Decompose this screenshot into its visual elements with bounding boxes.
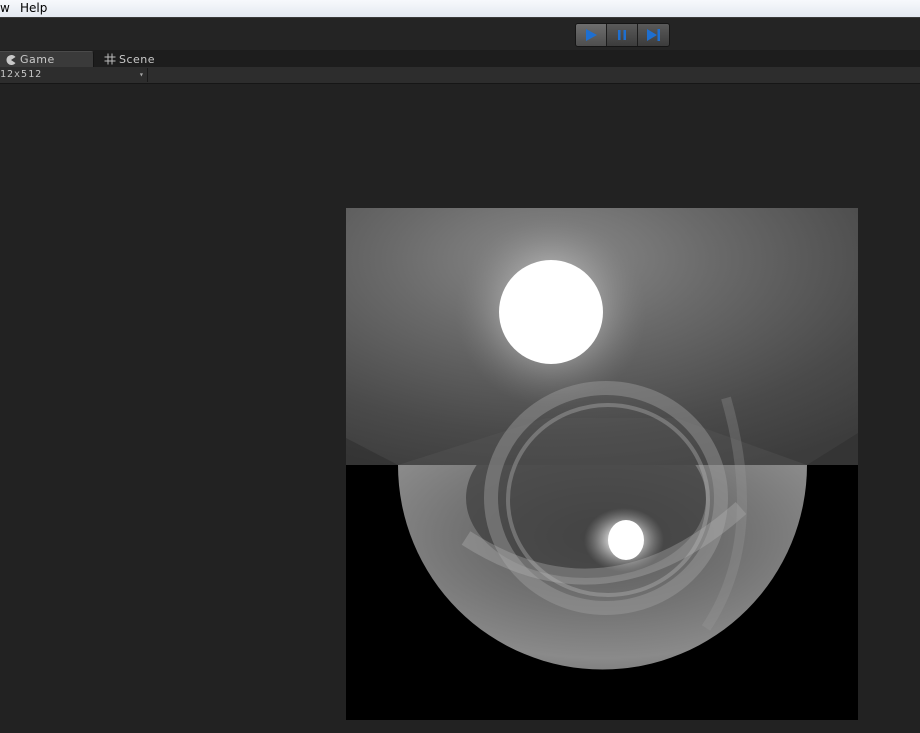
game-view-bar: 12x512 ▾ — [0, 67, 920, 84]
resolution-dropdown[interactable]: 12x512 ▾ — [0, 68, 148, 82]
menu-help[interactable]: Help — [20, 1, 47, 15]
pause-icon — [618, 30, 626, 40]
tab-row: Game Scene — [0, 50, 920, 67]
grid-icon — [104, 53, 116, 65]
menu-window[interactable]: w — [0, 1, 10, 15]
tab-scene-label: Scene — [119, 52, 156, 66]
tab-game[interactable]: Game — [0, 51, 94, 67]
tab-game-label: Game — [20, 53, 55, 66]
game-viewport[interactable] — [0, 84, 920, 733]
rendered-scene — [346, 208, 858, 720]
pause-button[interactable] — [607, 24, 638, 46]
menu-bar: w Help — [0, 0, 920, 18]
step-button[interactable] — [638, 24, 669, 46]
play-button[interactable] — [576, 24, 607, 46]
toolbar — [0, 18, 920, 50]
playback-controls — [575, 23, 670, 47]
resolution-value: 12x512 — [0, 69, 43, 80]
pacman-icon — [6, 54, 16, 65]
step-icon — [646, 29, 660, 41]
tab-scene[interactable]: Scene — [103, 51, 173, 67]
dropdown-arrow-icon: ▾ — [139, 70, 145, 79]
play-icon — [586, 29, 597, 41]
